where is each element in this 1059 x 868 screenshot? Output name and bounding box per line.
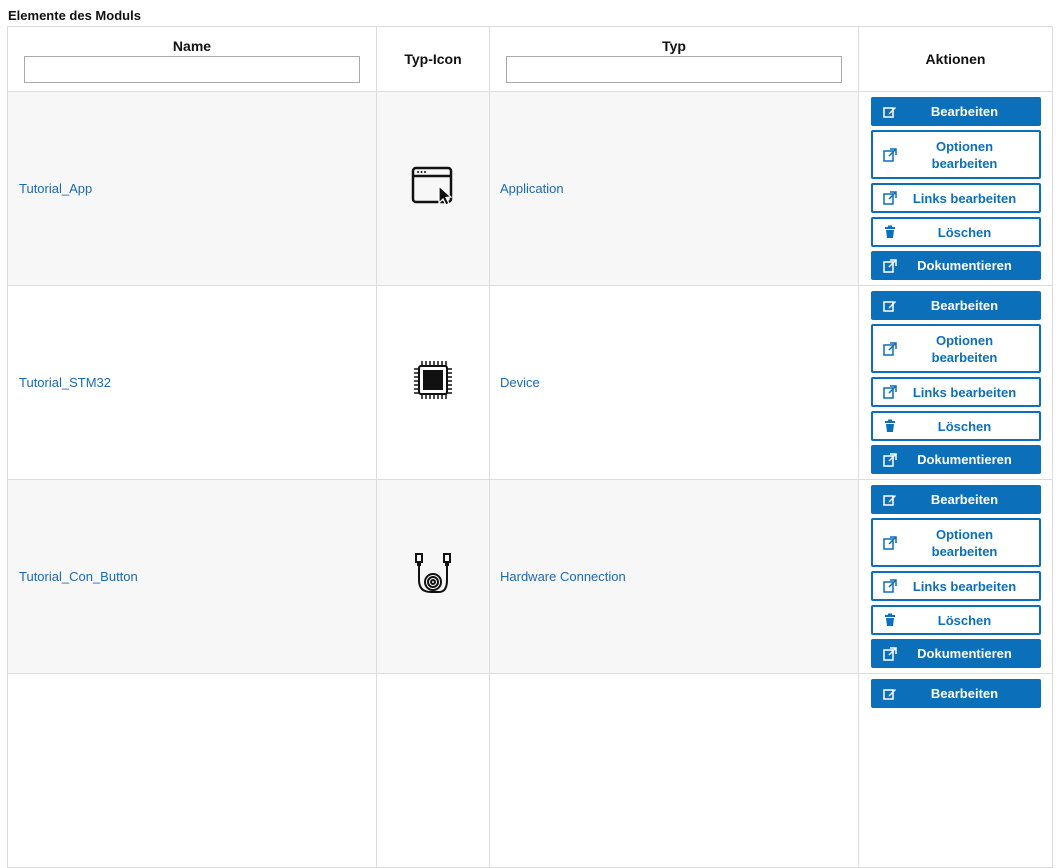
name-filter-input[interactable] xyxy=(24,55,360,83)
external-link-icon xyxy=(882,452,897,467)
edit-options-button[interactable]: Optionen bearbeiten xyxy=(870,324,1041,373)
trash-icon xyxy=(884,225,895,238)
cell-icon xyxy=(376,91,490,286)
element-type-link[interactable]: Application xyxy=(500,181,564,196)
application-window-icon xyxy=(411,166,453,206)
edit-icon xyxy=(882,300,896,312)
trash-icon xyxy=(884,419,895,432)
cable-connector-icon xyxy=(415,553,451,593)
section-title: Elemente des Moduls xyxy=(8,8,141,23)
external-link-icon xyxy=(882,258,897,273)
edit-options-label: Optionen bearbeiten xyxy=(931,332,998,365)
delete-button[interactable]: Löschen xyxy=(870,411,1041,441)
table-row: Bearbeiten xyxy=(7,673,1053,868)
typ-filter-input[interactable] xyxy=(506,55,842,83)
element-type-link[interactable]: Hardware Connection xyxy=(500,569,626,584)
edit-icon xyxy=(882,688,896,700)
element-name-link[interactable]: Tutorial_App xyxy=(19,181,92,196)
delete-label: Löschen xyxy=(937,418,992,434)
delete-button[interactable]: Löschen xyxy=(870,217,1041,247)
edit-links-label: Links bearbeiten xyxy=(912,578,1017,594)
edit-links-label: Links bearbeiten xyxy=(912,190,1017,206)
element-name-link[interactable]: Tutorial_Con_Button xyxy=(19,569,138,584)
table-row: Tutorial_Con_Button Hardware Connection xyxy=(7,479,1053,674)
cell-actions: Bearbeiten Optionen bearbeiten Links bea… xyxy=(858,285,1053,480)
edit-options-label: Optionen bearbeiten xyxy=(931,138,998,171)
edit-button[interactable]: Bearbeiten xyxy=(870,291,1041,320)
external-link-icon xyxy=(882,191,897,205)
document-button[interactable]: Dokumentieren xyxy=(870,639,1041,668)
edit-label: Bearbeiten xyxy=(930,686,999,701)
edit-icon xyxy=(882,494,896,506)
column-label-name: Name xyxy=(172,37,212,54)
column-header-actions: Aktionen xyxy=(858,26,1053,92)
cell-name: Tutorial_STM32 xyxy=(7,285,377,480)
external-link-icon xyxy=(882,341,897,356)
edit-links-button[interactable]: Links bearbeiten xyxy=(870,377,1041,407)
document-label: Dokumentieren xyxy=(917,452,1012,467)
delete-label: Löschen xyxy=(937,612,992,628)
cell-actions: Bearbeiten xyxy=(858,673,1053,868)
edit-options-button[interactable]: Optionen bearbeiten xyxy=(870,130,1041,179)
external-link-icon xyxy=(882,147,897,162)
table-row: Tutorial_App Application Bearbeiten Opti… xyxy=(7,91,1053,286)
cell-icon xyxy=(376,285,490,480)
delete-label: Löschen xyxy=(937,224,992,240)
external-link-icon xyxy=(882,646,897,661)
edit-options-label: Optionen bearbeiten xyxy=(931,526,998,559)
column-header-icon: Typ-Icon xyxy=(376,26,490,92)
edit-links-button[interactable]: Links bearbeiten xyxy=(870,183,1041,213)
external-link-icon xyxy=(882,385,897,399)
edit-label: Bearbeiten xyxy=(930,104,999,119)
cell-icon xyxy=(376,479,490,674)
document-label: Dokumentieren xyxy=(917,258,1012,273)
trash-icon xyxy=(884,613,895,626)
table-row: Tutorial_STM32 Device Bearbeiten Optione… xyxy=(7,285,1053,480)
cell-typ xyxy=(489,673,859,868)
cell-icon xyxy=(376,673,490,868)
column-label-typ: Typ xyxy=(662,37,686,54)
edit-links-button[interactable]: Links bearbeiten xyxy=(870,571,1041,601)
column-header-typ: Typ xyxy=(489,26,859,92)
cell-actions: Bearbeiten Optionen bearbeiten Links bea… xyxy=(858,91,1053,286)
document-button[interactable]: Dokumentieren xyxy=(870,445,1041,474)
element-type-link[interactable]: Device xyxy=(500,375,540,390)
external-link-icon xyxy=(882,579,897,593)
element-name-link[interactable]: Tutorial_STM32 xyxy=(19,375,111,390)
cell-name xyxy=(7,673,377,868)
edit-button[interactable]: Bearbeiten xyxy=(870,97,1041,126)
cell-name: Tutorial_App xyxy=(7,91,377,286)
edit-options-button[interactable]: Optionen bearbeiten xyxy=(870,518,1041,567)
edit-label: Bearbeiten xyxy=(930,298,999,313)
delete-button[interactable]: Löschen xyxy=(870,605,1041,635)
microchip-icon xyxy=(414,361,452,399)
edit-label: Bearbeiten xyxy=(930,492,999,507)
cell-actions: Bearbeiten Optionen bearbeiten Links bea… xyxy=(858,479,1053,674)
external-link-icon xyxy=(882,535,897,550)
edit-button[interactable]: Bearbeiten xyxy=(870,485,1041,514)
edit-links-label: Links bearbeiten xyxy=(912,384,1017,400)
cell-typ: Device xyxy=(489,285,859,480)
edit-icon xyxy=(882,106,896,118)
document-button[interactable]: Dokumentieren xyxy=(870,251,1041,280)
cell-name: Tutorial_Con_Button xyxy=(7,479,377,674)
cell-typ: Hardware Connection xyxy=(489,479,859,674)
cell-typ: Application xyxy=(489,91,859,286)
module-elements-table: Name Typ-Icon Typ Aktionen Tutorial_App xyxy=(7,26,1053,868)
edit-button[interactable]: Bearbeiten xyxy=(870,679,1041,708)
document-label: Dokumentieren xyxy=(917,646,1012,661)
column-header-name: Name xyxy=(7,26,377,92)
